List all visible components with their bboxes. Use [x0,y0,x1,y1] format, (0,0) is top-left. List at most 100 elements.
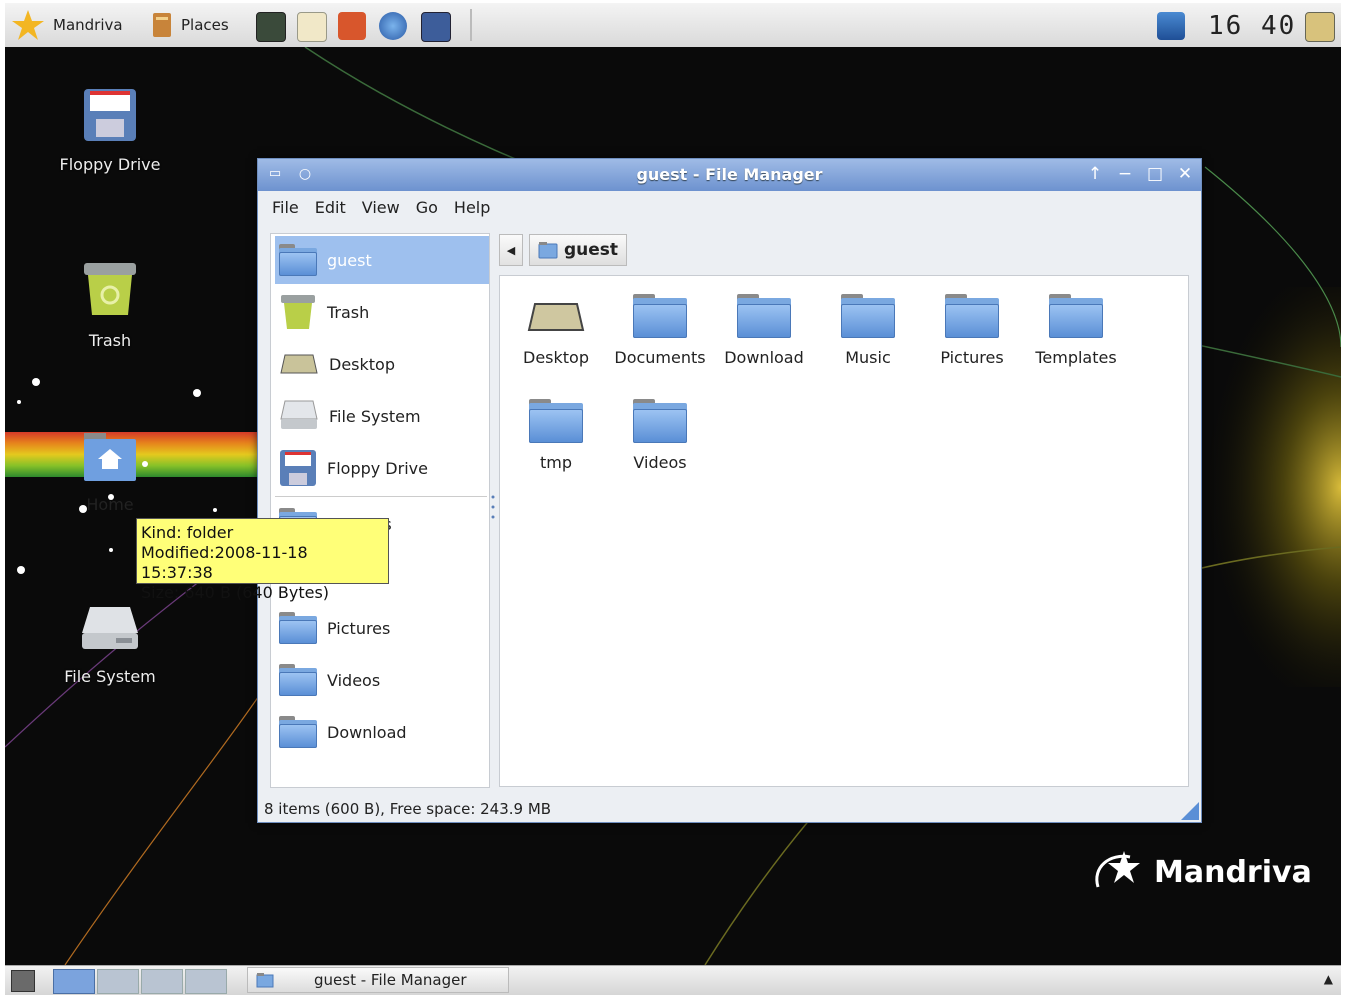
desktop-icon-home[interactable]: Home [45,431,175,514]
file-item-tmp[interactable]: tmp [504,399,608,472]
mandriva-menu-label: Mandriva [53,16,123,34]
workspace-1[interactable] [53,969,95,994]
file-item-videos[interactable]: Videos [608,399,712,472]
file-item-pictures[interactable]: Pictures [920,294,1024,367]
floppy-drive-icon [280,450,316,486]
file-manager-window: ▭ ○ guest - File Manager ↑ − □ ✕ File Ed… [257,158,1202,823]
taskbar-item-label: guest - File Manager [314,971,467,989]
menu-file[interactable]: File [272,198,299,217]
menu-view[interactable]: View [362,198,400,217]
sidebar-item-label: Desktop [329,354,395,374]
sidebar-item-label: Pictures [327,618,391,638]
mandriva-logo-star-icon [1095,851,1140,888]
mandriva-logo-text: Mandriva [1154,854,1312,890]
sidebar-item-download[interactable]: Download [275,708,489,756]
file-item-label: Templates [1035,348,1117,367]
sidebar-item-desktop[interactable]: Desktop [275,340,489,388]
desktop-icon-floppy-drive[interactable]: Floppy Drive [45,87,175,174]
folder-icon [279,716,317,748]
desktop-icon-label: Trash [88,331,132,350]
file-item-label: Documents [614,348,706,367]
terminal-launcher-icon[interactable] [256,12,286,42]
folder-icon [633,294,687,338]
show-desktop-icon[interactable] [11,970,35,992]
floppy-drive-icon [84,89,136,141]
sidebar-item-videos[interactable]: Videos [275,656,489,704]
mandriva-star-icon [12,10,44,40]
show-desktop-icon[interactable] [1305,12,1335,42]
path-button-guest[interactable]: guest [529,234,628,266]
folder-icon [737,294,791,338]
file-item-label: Music [845,348,891,367]
pane-splitter[interactable] [491,493,495,527]
network-status-icon[interactable] [1157,12,1185,40]
home-folder-icon [538,242,558,259]
tooltip-modified: Modified:2008-11-18 15:37:38 [141,543,308,582]
keep-above-icon[interactable]: ↑ [1086,165,1104,183]
trash-icon [84,263,136,315]
side-pane: guest Trash Desktop File System Floppy D… [270,233,490,788]
desktop-icon-label: File System [64,667,156,686]
places-menu-button[interactable]: Places [151,9,229,41]
workspace-2[interactable] [97,969,139,994]
sidebar-item-guest[interactable]: guest [275,236,489,284]
window-titlebar[interactable]: ▭ ○ guest - File Manager ↑ − □ ✕ [258,159,1201,191]
file-item-label: Download [724,348,804,367]
desktop-icon-label: Home [86,495,134,514]
sidebar-item-pictures[interactable]: Pictures [275,604,489,652]
window-title: guest - File Manager [636,165,823,184]
desktop-icon-label: Floppy Drive [59,155,161,174]
minimize-icon[interactable]: − [1116,165,1134,183]
sidebar-separator [275,496,487,497]
web-browser-launcher-icon[interactable] [379,12,407,40]
places-menu-label: Places [181,16,229,34]
desktop-icon-file-system[interactable]: File System [45,603,175,686]
sidebar-item-label: guest [327,250,372,270]
close-icon[interactable]: ✕ [1176,165,1194,183]
desktop-icon [280,354,318,374]
folder-icon [256,973,274,988]
logout-launcher-icon[interactable] [421,12,451,42]
left-arrow-icon: ◀ [506,243,516,257]
taskbar-item-file-manager[interactable]: guest - File Manager [247,967,509,993]
file-item-music[interactable]: Music [816,294,920,367]
sidebar-item-trash[interactable]: Trash [275,288,489,336]
folder-icon [945,294,999,338]
bottom-panel: guest - File Manager ▲ [5,965,1341,995]
resize-grip-icon[interactable] [1181,802,1199,820]
places-book-icon [153,13,171,37]
mandriva-menu-button[interactable]: Mandriva [11,9,123,41]
file-item-desktop[interactable]: Desktop [504,294,608,367]
sidebar-item-label: Videos [327,670,381,690]
folder-icon [841,294,895,338]
folder-icon [633,399,687,443]
path-button-label: guest [564,240,619,260]
file-item-label: tmp [539,453,572,472]
tray-expand-icon[interactable]: ▲ [1324,972,1333,986]
clock[interactable]: 16 40 [1208,11,1296,41]
path-back-button[interactable]: ◀ [499,234,523,266]
folder-icon [279,664,317,696]
text-editor-launcher-icon[interactable] [297,12,327,42]
top-panel: Mandriva Places 16 40 [5,3,1341,48]
menu-bar: File Edit View Go Help [258,191,1201,223]
menu-go[interactable]: Go [416,198,438,217]
status-bar: 8 items (600 B), Free space: 243.9 MB [264,800,552,818]
menu-edit[interactable]: Edit [315,198,346,217]
workspace-4[interactable] [185,969,227,994]
maximize-icon[interactable]: □ [1146,165,1164,183]
menu-help[interactable]: Help [454,198,490,217]
file-item-download[interactable]: Download [712,294,816,367]
workspace-3[interactable] [141,969,183,994]
file-item-documents[interactable]: Documents [608,294,712,367]
folder-icon [279,612,317,644]
hard-disk-icon [280,400,318,429]
file-item-templates[interactable]: Templates [1024,294,1128,367]
sidebar-item-floppy-drive[interactable]: Floppy Drive [275,444,489,492]
trash-icon [281,295,315,329]
settings-launcher-icon[interactable] [338,12,366,40]
desktop-icon-trash[interactable]: Trash [45,259,175,350]
sidebar-item-file-system[interactable]: File System [275,392,489,440]
tooltip-kind: Kind: folder [141,523,234,542]
sidebar-item-label: Download [327,722,407,742]
